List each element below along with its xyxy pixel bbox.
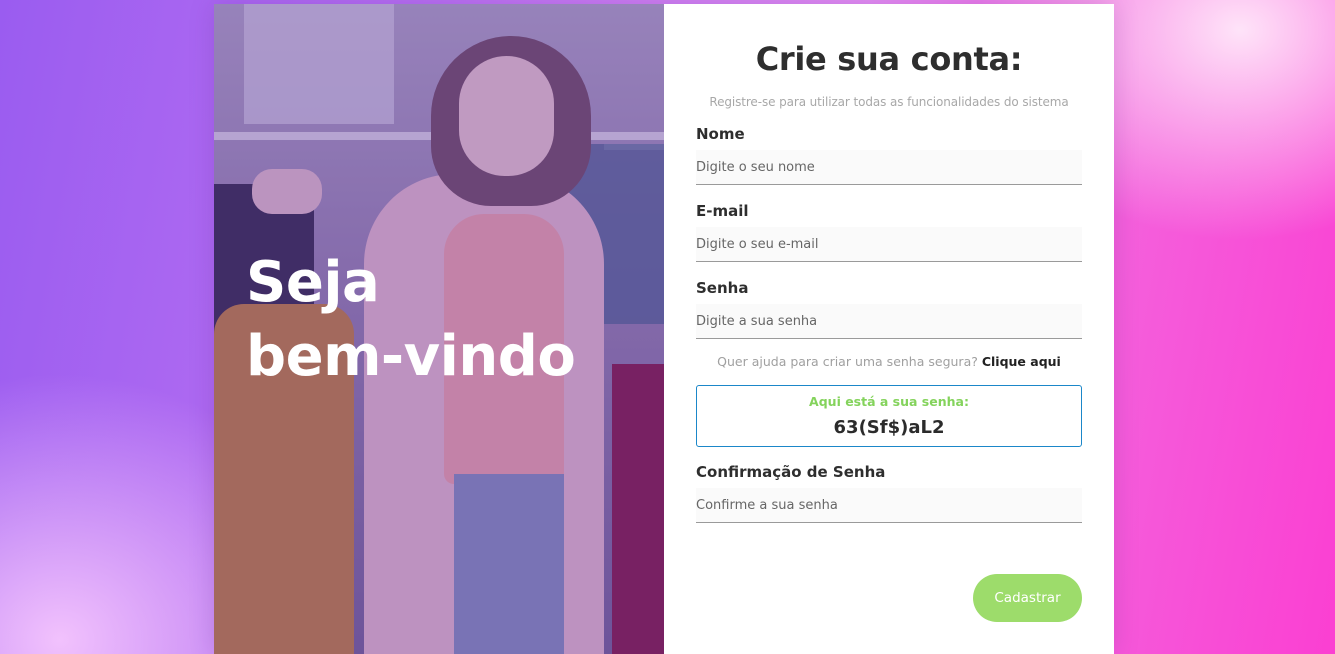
generated-password-value: 63(Sf$)aL2	[833, 417, 945, 438]
name-input[interactable]	[696, 150, 1082, 185]
password-input[interactable]	[696, 304, 1082, 339]
email-field-group: E-mail	[696, 201, 1082, 262]
welcome-hero-image: Seja bem-vindo	[214, 4, 664, 654]
password-help: Quer ajuda para criar uma senha segura? …	[696, 353, 1082, 371]
welcome-heading: Seja bem-vindo	[246, 246, 576, 394]
email-input[interactable]	[696, 227, 1082, 262]
submit-button[interactable]: Cadastrar	[973, 574, 1082, 622]
confirm-password-field-group: Confirmação de Senha	[696, 462, 1082, 523]
signup-form: Crie sua conta: Registre-se para utiliza…	[664, 4, 1114, 654]
confirm-password-label: Confirmação de Senha	[696, 463, 886, 481]
password-label: Senha	[696, 279, 749, 297]
name-label: Nome	[696, 125, 745, 143]
form-subtitle: Registre-se para utilizar todas as funci…	[709, 95, 1069, 109]
password-help-text: Quer ajuda para criar uma senha segura?	[717, 354, 978, 369]
generated-password-caption: Aqui está a sua senha:	[809, 394, 969, 409]
welcome-heading-line2: bem-vindo	[246, 324, 576, 389]
form-title: Crie sua conta:	[755, 40, 1023, 78]
confirm-password-input[interactable]	[696, 488, 1082, 523]
signup-card: Seja bem-vindo Crie sua conta: Registre-…	[214, 4, 1114, 654]
generated-password-box: Aqui está a sua senha: 63(Sf$)aL2	[696, 385, 1082, 447]
welcome-heading-line1: Seja	[246, 250, 380, 315]
password-field-group: Senha	[696, 278, 1082, 339]
email-label: E-mail	[696, 202, 749, 220]
name-field-group: Nome	[696, 124, 1082, 185]
password-help-link[interactable]: Clique aqui	[982, 354, 1061, 369]
